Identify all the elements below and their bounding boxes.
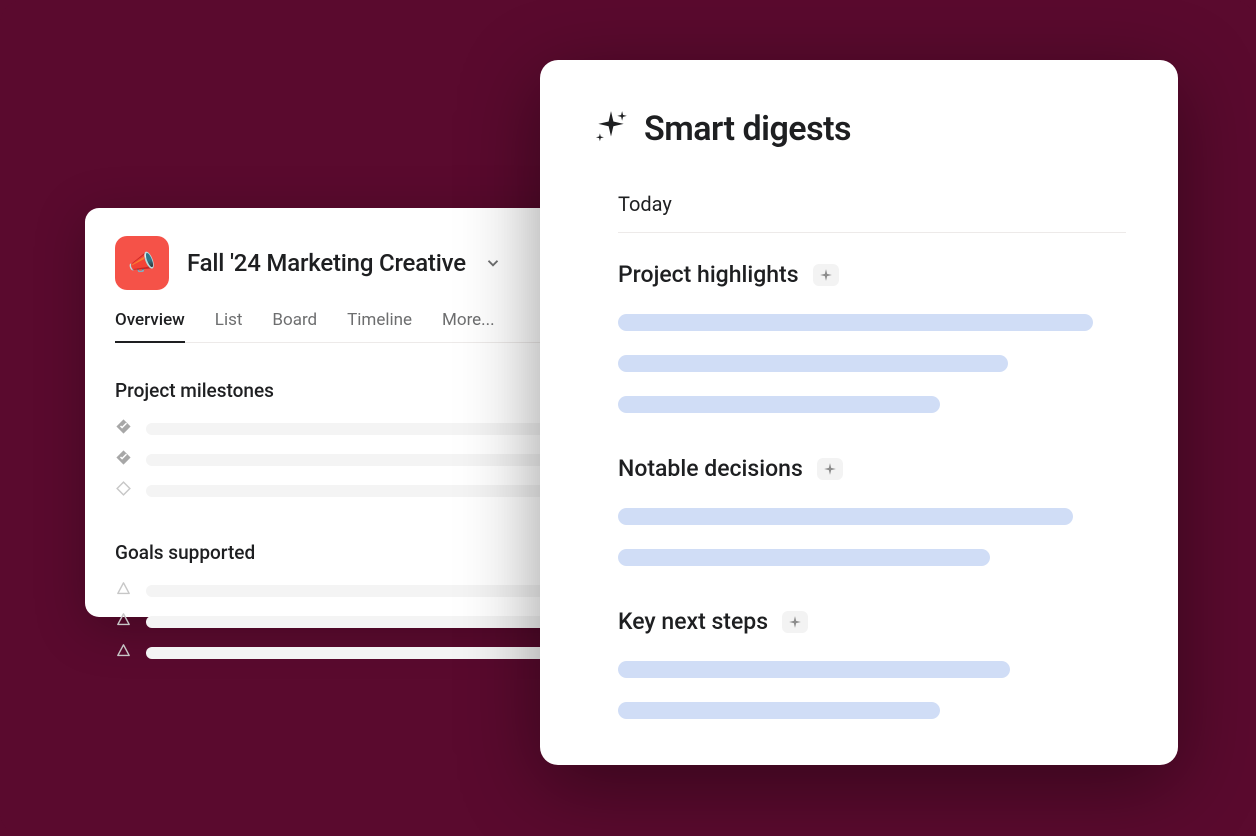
project-tabs: Overview List Board Timeline More...: [115, 310, 565, 343]
placeholder-line: [618, 549, 990, 566]
tab-timeline[interactable]: Timeline: [347, 310, 412, 342]
placeholder-line: [618, 661, 1010, 678]
digest-title: Smart digests: [644, 109, 851, 149]
milestone-row[interactable]: [115, 449, 565, 470]
sparkles-icon: [592, 108, 630, 150]
placeholder-line: [618, 508, 1073, 525]
sparkle-badge-icon[interactable]: [817, 458, 843, 480]
project-title[interactable]: Fall '24 Marketing Creative: [187, 249, 466, 277]
project-icon-megaphone[interactable]: 📣: [115, 236, 169, 290]
project-card: 📣 Fall '24 Marketing Creative Overview L…: [85, 208, 595, 617]
digest-body: Today Project highlights Notable decisio…: [592, 192, 1126, 719]
placeholder-line: [618, 702, 940, 719]
placeholder-line: [146, 485, 565, 497]
placeholder-line: [146, 616, 565, 628]
milestone-open-icon: [115, 480, 132, 501]
goals-heading: Goals supported: [115, 541, 565, 564]
smart-digests-card: Smart digests Today Project highlights N…: [540, 60, 1178, 765]
goal-icon: [115, 611, 132, 632]
goal-icon: [115, 642, 132, 663]
placeholder-line: [618, 355, 1008, 372]
sparkle-badge-icon[interactable]: [813, 264, 839, 286]
placeholder-line: [618, 314, 1093, 331]
placeholder-line: [146, 423, 565, 435]
placeholder-line: [618, 396, 940, 413]
goal-icon: [115, 580, 132, 601]
tab-board[interactable]: Board: [272, 310, 317, 342]
tab-more[interactable]: More...: [442, 310, 495, 342]
tab-overview[interactable]: Overview: [115, 310, 185, 342]
placeholder-line: [146, 454, 565, 466]
digest-section-decisions: Notable decisions: [618, 455, 1126, 482]
chevron-down-icon[interactable]: [484, 254, 502, 272]
milestone-row[interactable]: [115, 418, 565, 439]
placeholder-line: [146, 585, 565, 597]
placeholder-line: [146, 647, 565, 659]
milestone-row[interactable]: [115, 480, 565, 501]
sparkle-badge-icon[interactable]: [782, 611, 808, 633]
digest-today-label: Today: [618, 192, 1126, 233]
milestone-complete-icon: [115, 418, 132, 439]
digest-section-heading: Notable decisions: [618, 455, 803, 482]
milestone-complete-icon: [115, 449, 132, 470]
goal-row[interactable]: [115, 580, 565, 601]
digest-section-heading: Key next steps: [618, 608, 768, 635]
megaphone-icon: 📣: [128, 251, 155, 276]
digest-section-next-steps: Key next steps: [618, 608, 1126, 635]
tab-list[interactable]: List: [215, 310, 243, 342]
goal-row[interactable]: [115, 611, 565, 632]
digest-header: Smart digests: [592, 108, 1126, 150]
goal-row[interactable]: [115, 642, 565, 663]
digest-section-highlights: Project highlights: [618, 261, 1126, 288]
milestones-heading: Project milestones: [115, 379, 565, 402]
project-header: 📣 Fall '24 Marketing Creative: [115, 236, 565, 290]
digest-section-heading: Project highlights: [618, 261, 799, 288]
